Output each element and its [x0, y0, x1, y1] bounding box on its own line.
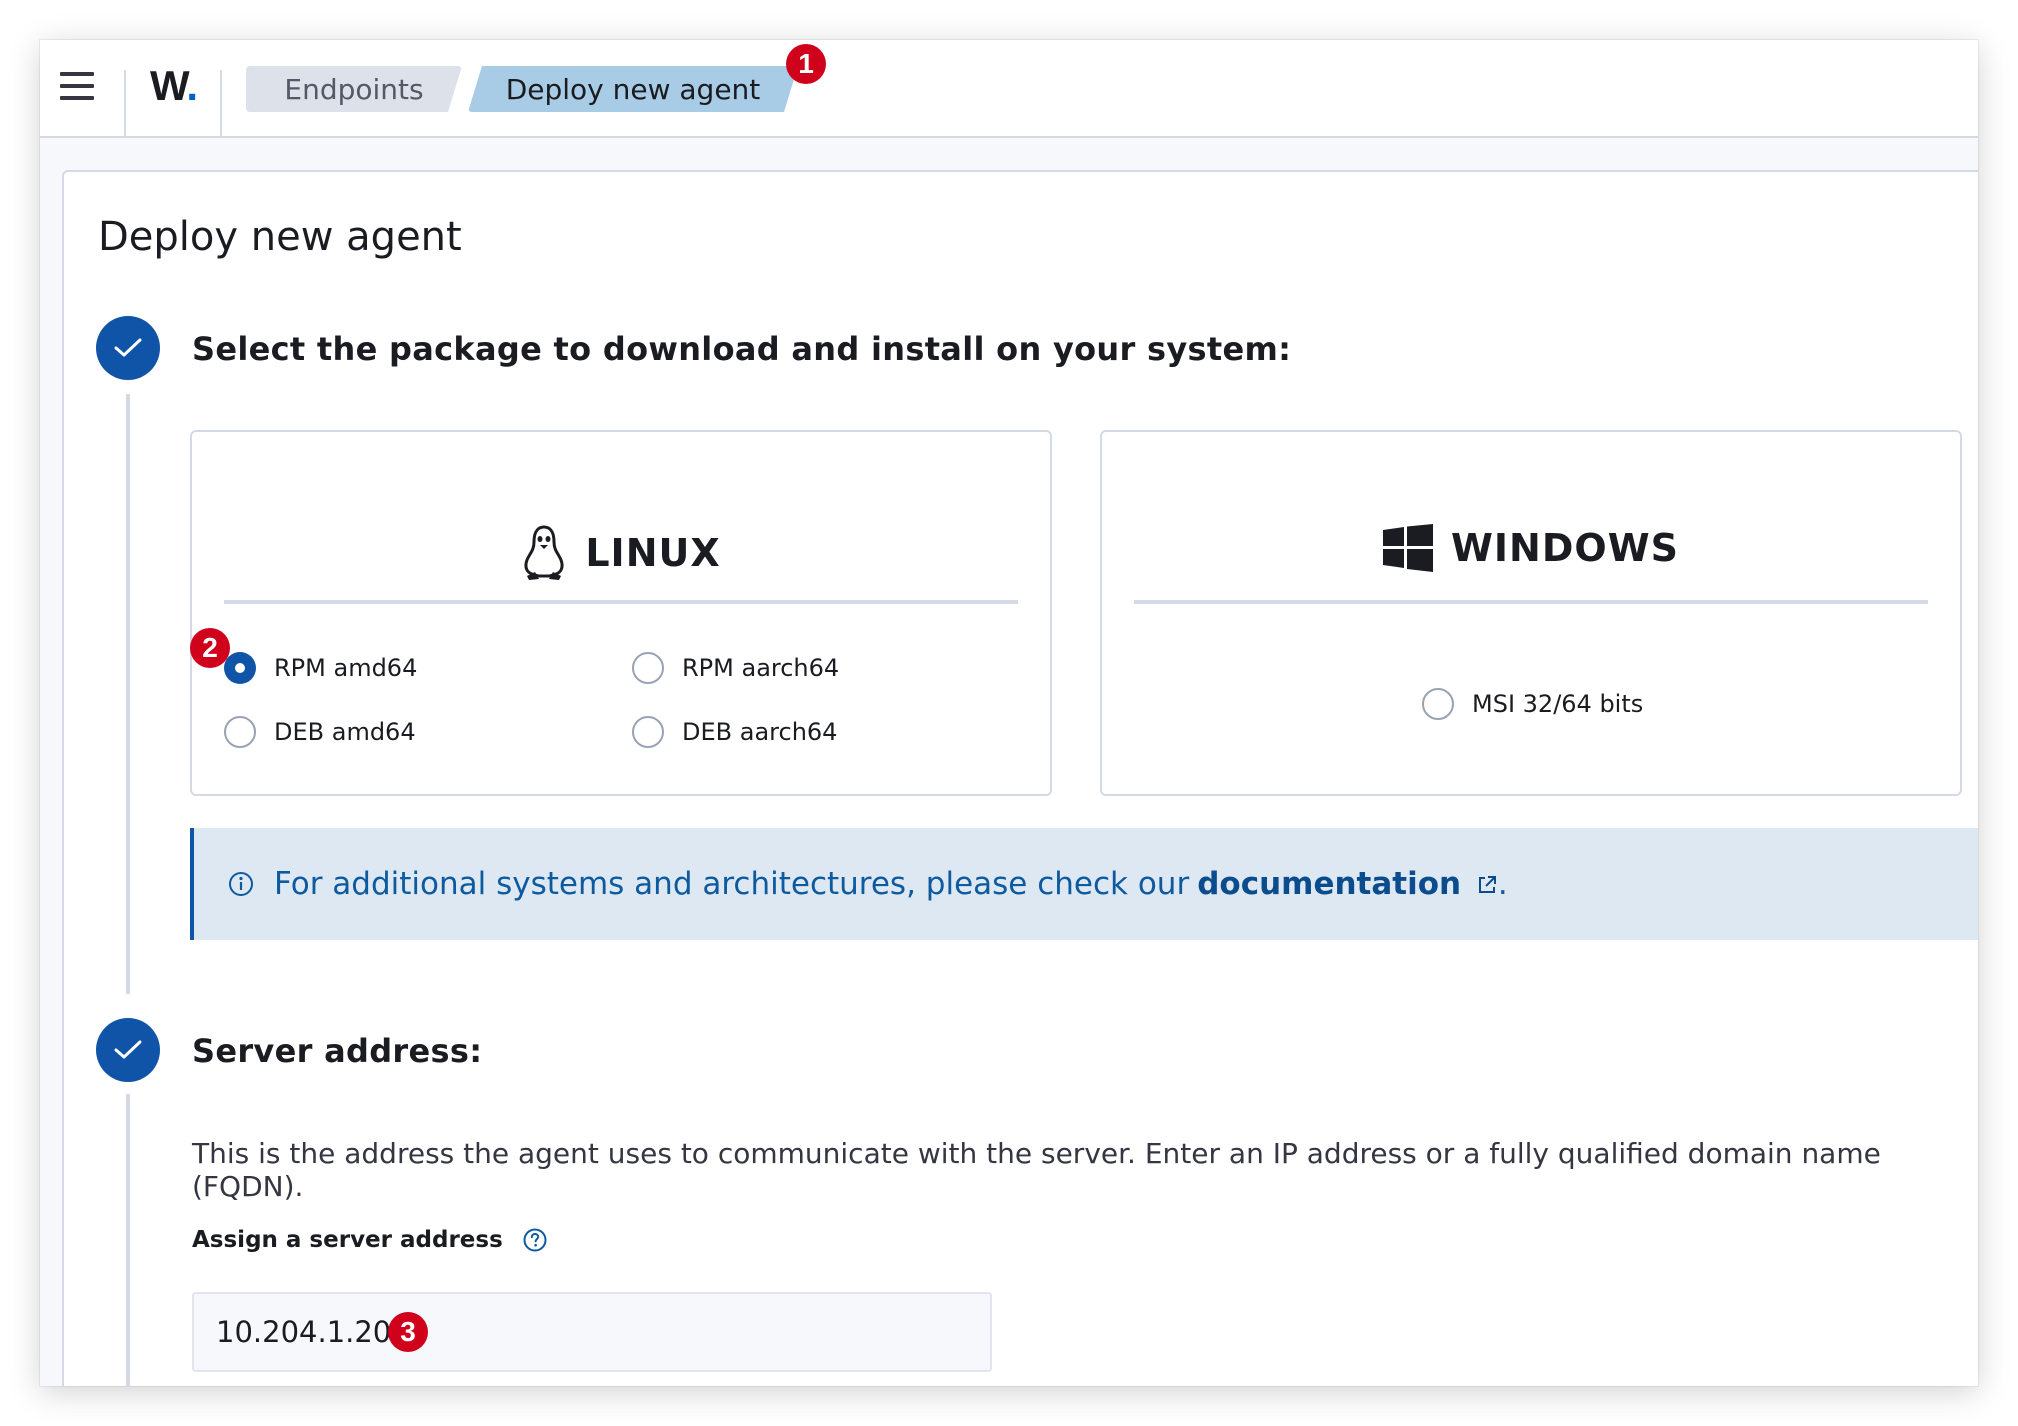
linux-divider: [224, 600, 1018, 604]
documentation-link[interactable]: documentation: [1197, 866, 1498, 902]
radio-unchecked[interactable]: [1422, 688, 1454, 720]
windows-card: WINDOWS MSI 32/64 bits: [1100, 430, 1962, 796]
linux-card: LINUX RPM amd64 RPM aarch64 DEB amd64 DE…: [190, 430, 1052, 796]
header-divider: [124, 70, 126, 138]
radio-checked[interactable]: [224, 652, 256, 684]
windows-divider: [1134, 600, 1928, 604]
external-link-icon: [1478, 876, 1496, 893]
radio-unchecked[interactable]: [632, 716, 664, 748]
radio-label: DEB amd64: [274, 718, 416, 746]
step-connector: [126, 394, 130, 994]
step-2-title: Server address:: [192, 1032, 483, 1070]
annotation-badge-3: 3: [388, 1312, 428, 1352]
breadcrumb-deploy-new-agent: Deploy new agent: [468, 66, 798, 112]
radio-unchecked[interactable]: [632, 652, 664, 684]
header-divider: [220, 70, 222, 138]
radio-rpm-aarch64[interactable]: RPM aarch64: [632, 652, 839, 684]
linux-tux-icon: [524, 525, 564, 580]
radio-deb-aarch64[interactable]: DEB aarch64: [632, 716, 837, 748]
windows-logo-icon: [1383, 524, 1433, 572]
breadcrumb-endpoints[interactable]: Endpoints: [246, 66, 462, 112]
radio-deb-amd64[interactable]: DEB amd64: [224, 716, 416, 748]
info-callout: For additional systems and architectures…: [190, 828, 1978, 940]
step-1-title: Select the package to download and insta…: [192, 330, 1292, 368]
radio-rpm-amd64[interactable]: RPM amd64: [224, 652, 417, 684]
step-1-check-icon: [96, 316, 160, 380]
page-title: Deploy new agent: [98, 214, 462, 260]
radio-label: MSI 32/64 bits: [1472, 690, 1644, 718]
step-connector: [126, 1094, 130, 1386]
annotation-badge-1: 1: [786, 44, 826, 84]
server-address-description: This is the address the agent uses to co…: [192, 1137, 1881, 1203]
callout-text: For additional systems and architectures…: [274, 866, 1190, 902]
callout-suffix: .: [1497, 866, 1508, 902]
annotation-badge-2: 2: [190, 628, 230, 668]
radio-label: RPM aarch64: [682, 654, 840, 682]
step-2-check-icon: [96, 1018, 160, 1082]
radio-label: DEB aarch64: [682, 718, 838, 746]
hamburger-menu-icon[interactable]: [60, 72, 94, 102]
server-address-input[interactable]: 10.204.1.203: [192, 1292, 992, 1372]
top-header: W. Endpoints Deploy new agent: [40, 40, 1978, 138]
deploy-panel: Deploy new agent Select the package to d…: [62, 170, 1978, 1386]
info-icon: [229, 872, 253, 896]
app-window: W. Endpoints Deploy new agent 1 Deploy n…: [40, 40, 1978, 1386]
linux-title: LINUX: [585, 531, 721, 575]
radio-unchecked[interactable]: [224, 716, 256, 748]
question-help-icon[interactable]: [523, 1228, 547, 1252]
app-logo[interactable]: W.: [150, 62, 198, 110]
radio-label: RPM amd64: [274, 654, 418, 682]
server-address-label: Assign a server address: [192, 1227, 547, 1253]
windows-title: WINDOWS: [1451, 526, 1679, 570]
radio-msi-32-64[interactable]: MSI 32/64 bits: [1422, 688, 1643, 720]
